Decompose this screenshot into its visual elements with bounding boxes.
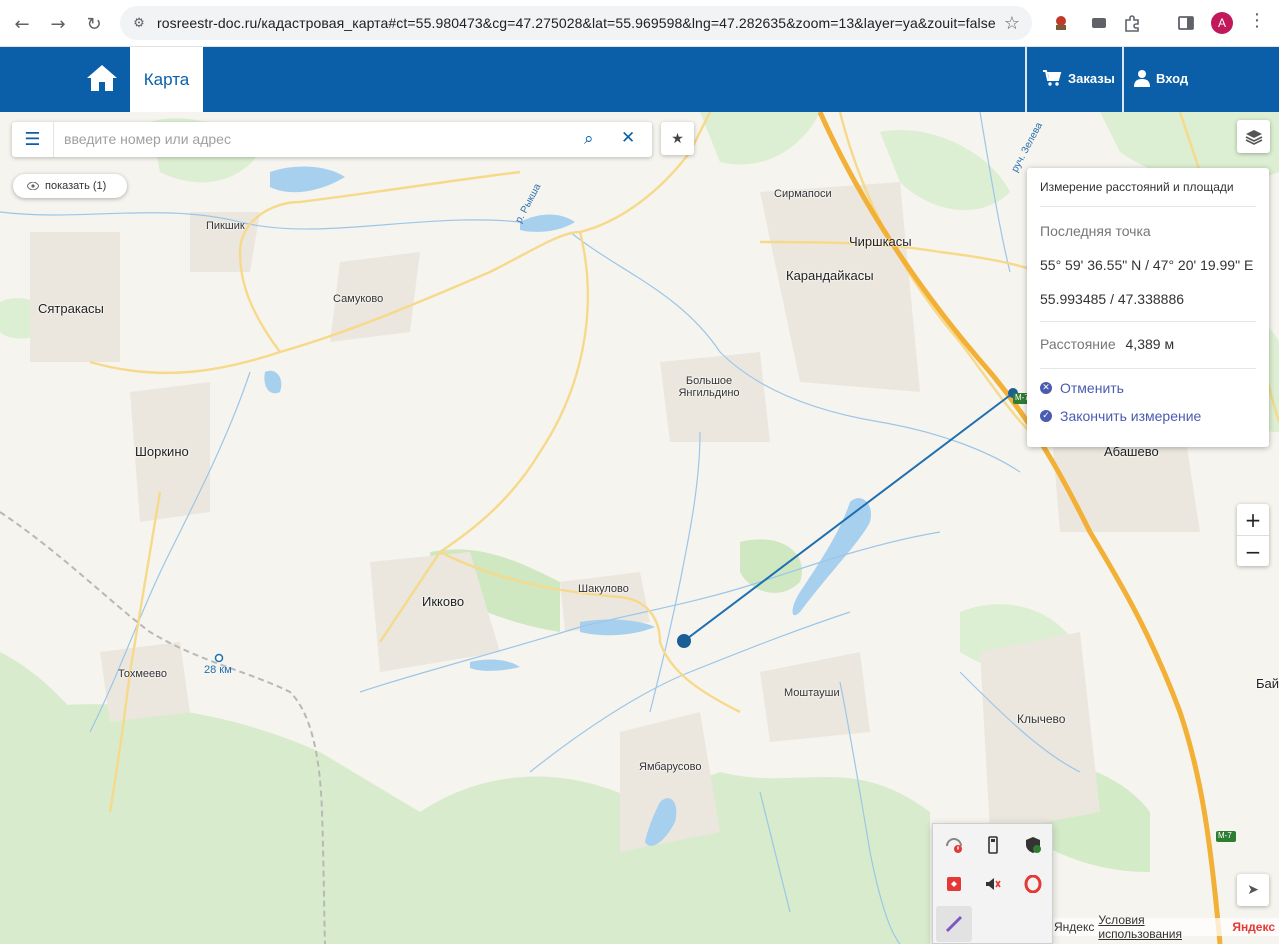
close-icon[interactable]: ✕ (621, 128, 635, 148)
layers-button[interactable] (1237, 120, 1270, 153)
usb-drive-icon[interactable] (981, 833, 1005, 857)
security-shield-icon[interactable] (1021, 833, 1045, 857)
zoom-out-button[interactable]: − (1237, 536, 1269, 567)
place-label: Пикшик (206, 220, 245, 232)
layers-icon (1245, 129, 1262, 145)
site-header: Карта Заказы Вход (0, 47, 1279, 112)
forward-icon[interactable]: → (45, 11, 71, 37)
pen-feather-icon[interactable] (936, 906, 972, 942)
speaker-muted-icon[interactable] (981, 872, 1005, 896)
zoom-in-button[interactable]: + (1237, 504, 1269, 535)
site-info-icon[interactable]: ⚙ (130, 14, 148, 32)
search-bar: ☰ ⌕ ✕ (12, 122, 652, 157)
measure-panel: Измерение расстояний и площади Последняя… (1027, 168, 1269, 447)
terms-link[interactable]: Условия использования (1098, 913, 1222, 941)
map-copyright: Яндекс Условия использования Яндекс (1050, 913, 1279, 941)
login-label: Вход (1156, 70, 1189, 86)
menu-kebab-icon[interactable]: ⋮ (1248, 10, 1266, 31)
cart-icon (1043, 70, 1062, 86)
distance-label: Расстояние (1040, 336, 1116, 352)
orders-button[interactable]: Заказы (1042, 69, 1115, 87)
search-input[interactable] (64, 131, 564, 147)
place-label: Чиршкасы (849, 234, 912, 249)
distance-value: 4,389 м (1125, 336, 1175, 352)
zoom-control: + − (1237, 504, 1269, 566)
bookmark-star-icon[interactable]: ☆ (1004, 13, 1020, 34)
divider (1040, 321, 1256, 322)
url-text[interactable]: rosreestr-doc.ru/кадастровая_карта#ct=55… (157, 15, 996, 31)
place-label: Шоркино (135, 444, 189, 459)
home-icon[interactable] (85, 63, 119, 93)
place-label: Тохмеево (118, 668, 167, 680)
header-divider (1025, 47, 1027, 112)
copyright-prefix: Яндекс (1054, 920, 1095, 934)
anydesk-icon[interactable] (942, 872, 966, 896)
divider (1040, 368, 1256, 369)
yandex-logo[interactable]: Яндекс (1232, 920, 1275, 934)
cancel-icon: ✕ (1040, 382, 1052, 394)
map-canvas[interactable]: Пикшик Сятракасы Самуково Сирмапоси Чирш… (0, 112, 1279, 944)
tab-map[interactable]: Карта (130, 47, 203, 112)
last-point-decimal: 55.993485 / 47.338886 (1040, 291, 1185, 307)
reload-icon[interactable]: ↻ (81, 11, 107, 37)
show-button[interactable]: показать (1) (13, 174, 127, 198)
cancel-button[interactable]: ✕ Отменить (1040, 380, 1124, 396)
last-point-dms: 55° 59' 36.55" N / 47° 20' 19.99" E (1040, 257, 1254, 273)
road-shield-label: M-7 (1218, 831, 1232, 840)
profile-avatar[interactable]: A (1211, 12, 1233, 34)
measure-title: Измерение расстояний и площади (1040, 180, 1234, 194)
finish-label: Закончить измерение (1060, 408, 1202, 424)
place-label: Бай (1256, 676, 1279, 691)
side-panel-icon[interactable] (1175, 12, 1197, 34)
opera-icon[interactable] (1021, 872, 1045, 896)
place-label: Самуково (333, 293, 384, 305)
place-label: Большое Янгильдино (678, 375, 740, 399)
back-icon[interactable]: ← (9, 11, 35, 37)
user-icon (1134, 70, 1150, 87)
last-point-label: Последняя точка (1040, 223, 1151, 239)
menu-hamburger-icon[interactable]: ☰ (12, 122, 54, 157)
favorites-star-button[interactable]: ★ (661, 122, 694, 155)
network-warning-icon[interactable] (942, 833, 966, 857)
place-label: Сирмапоси (774, 188, 832, 200)
divider (1040, 206, 1256, 207)
header-divider (1122, 47, 1124, 112)
login-button[interactable]: Вход (1134, 69, 1188, 87)
show-button-label: показать (1) (45, 180, 107, 192)
place-label: Сятракасы (38, 301, 104, 316)
place-label: Шакулово (578, 583, 629, 595)
place-label: Икково (422, 594, 465, 609)
search-icon[interactable]: ⌕ (584, 129, 594, 149)
distance-row: Расстояние 4,389 м (1040, 336, 1174, 352)
orders-label: Заказы (1068, 70, 1115, 86)
finish-measure-button[interactable]: ✓ Закончить измерение (1040, 408, 1201, 424)
locate-arrow-icon[interactable]: ➤ (1237, 874, 1269, 906)
check-icon: ✓ (1040, 410, 1052, 422)
place-label: Клычево (1017, 712, 1066, 726)
address-bar[interactable]: ⚙ rosreestr-doc.ru/кадастровая_карта#ct=… (120, 6, 1032, 40)
place-label: Карандайкасы (786, 268, 874, 283)
browser-toolbar: ← → ↻ ⚙ rosreestr-doc.ru/кадастровая_кар… (0, 0, 1279, 47)
place-label: Моштауши (784, 687, 840, 699)
extension-icon[interactable] (1050, 12, 1072, 34)
place-label: Ямбарусово (639, 761, 702, 773)
extensions-puzzle-icon[interactable] (1121, 12, 1143, 34)
system-tray-popup (932, 823, 1053, 944)
cancel-label: Отменить (1060, 380, 1124, 396)
eye-icon (27, 182, 39, 190)
km-marker-label: 28 км (204, 664, 232, 676)
extension-icon[interactable] (1088, 12, 1110, 34)
